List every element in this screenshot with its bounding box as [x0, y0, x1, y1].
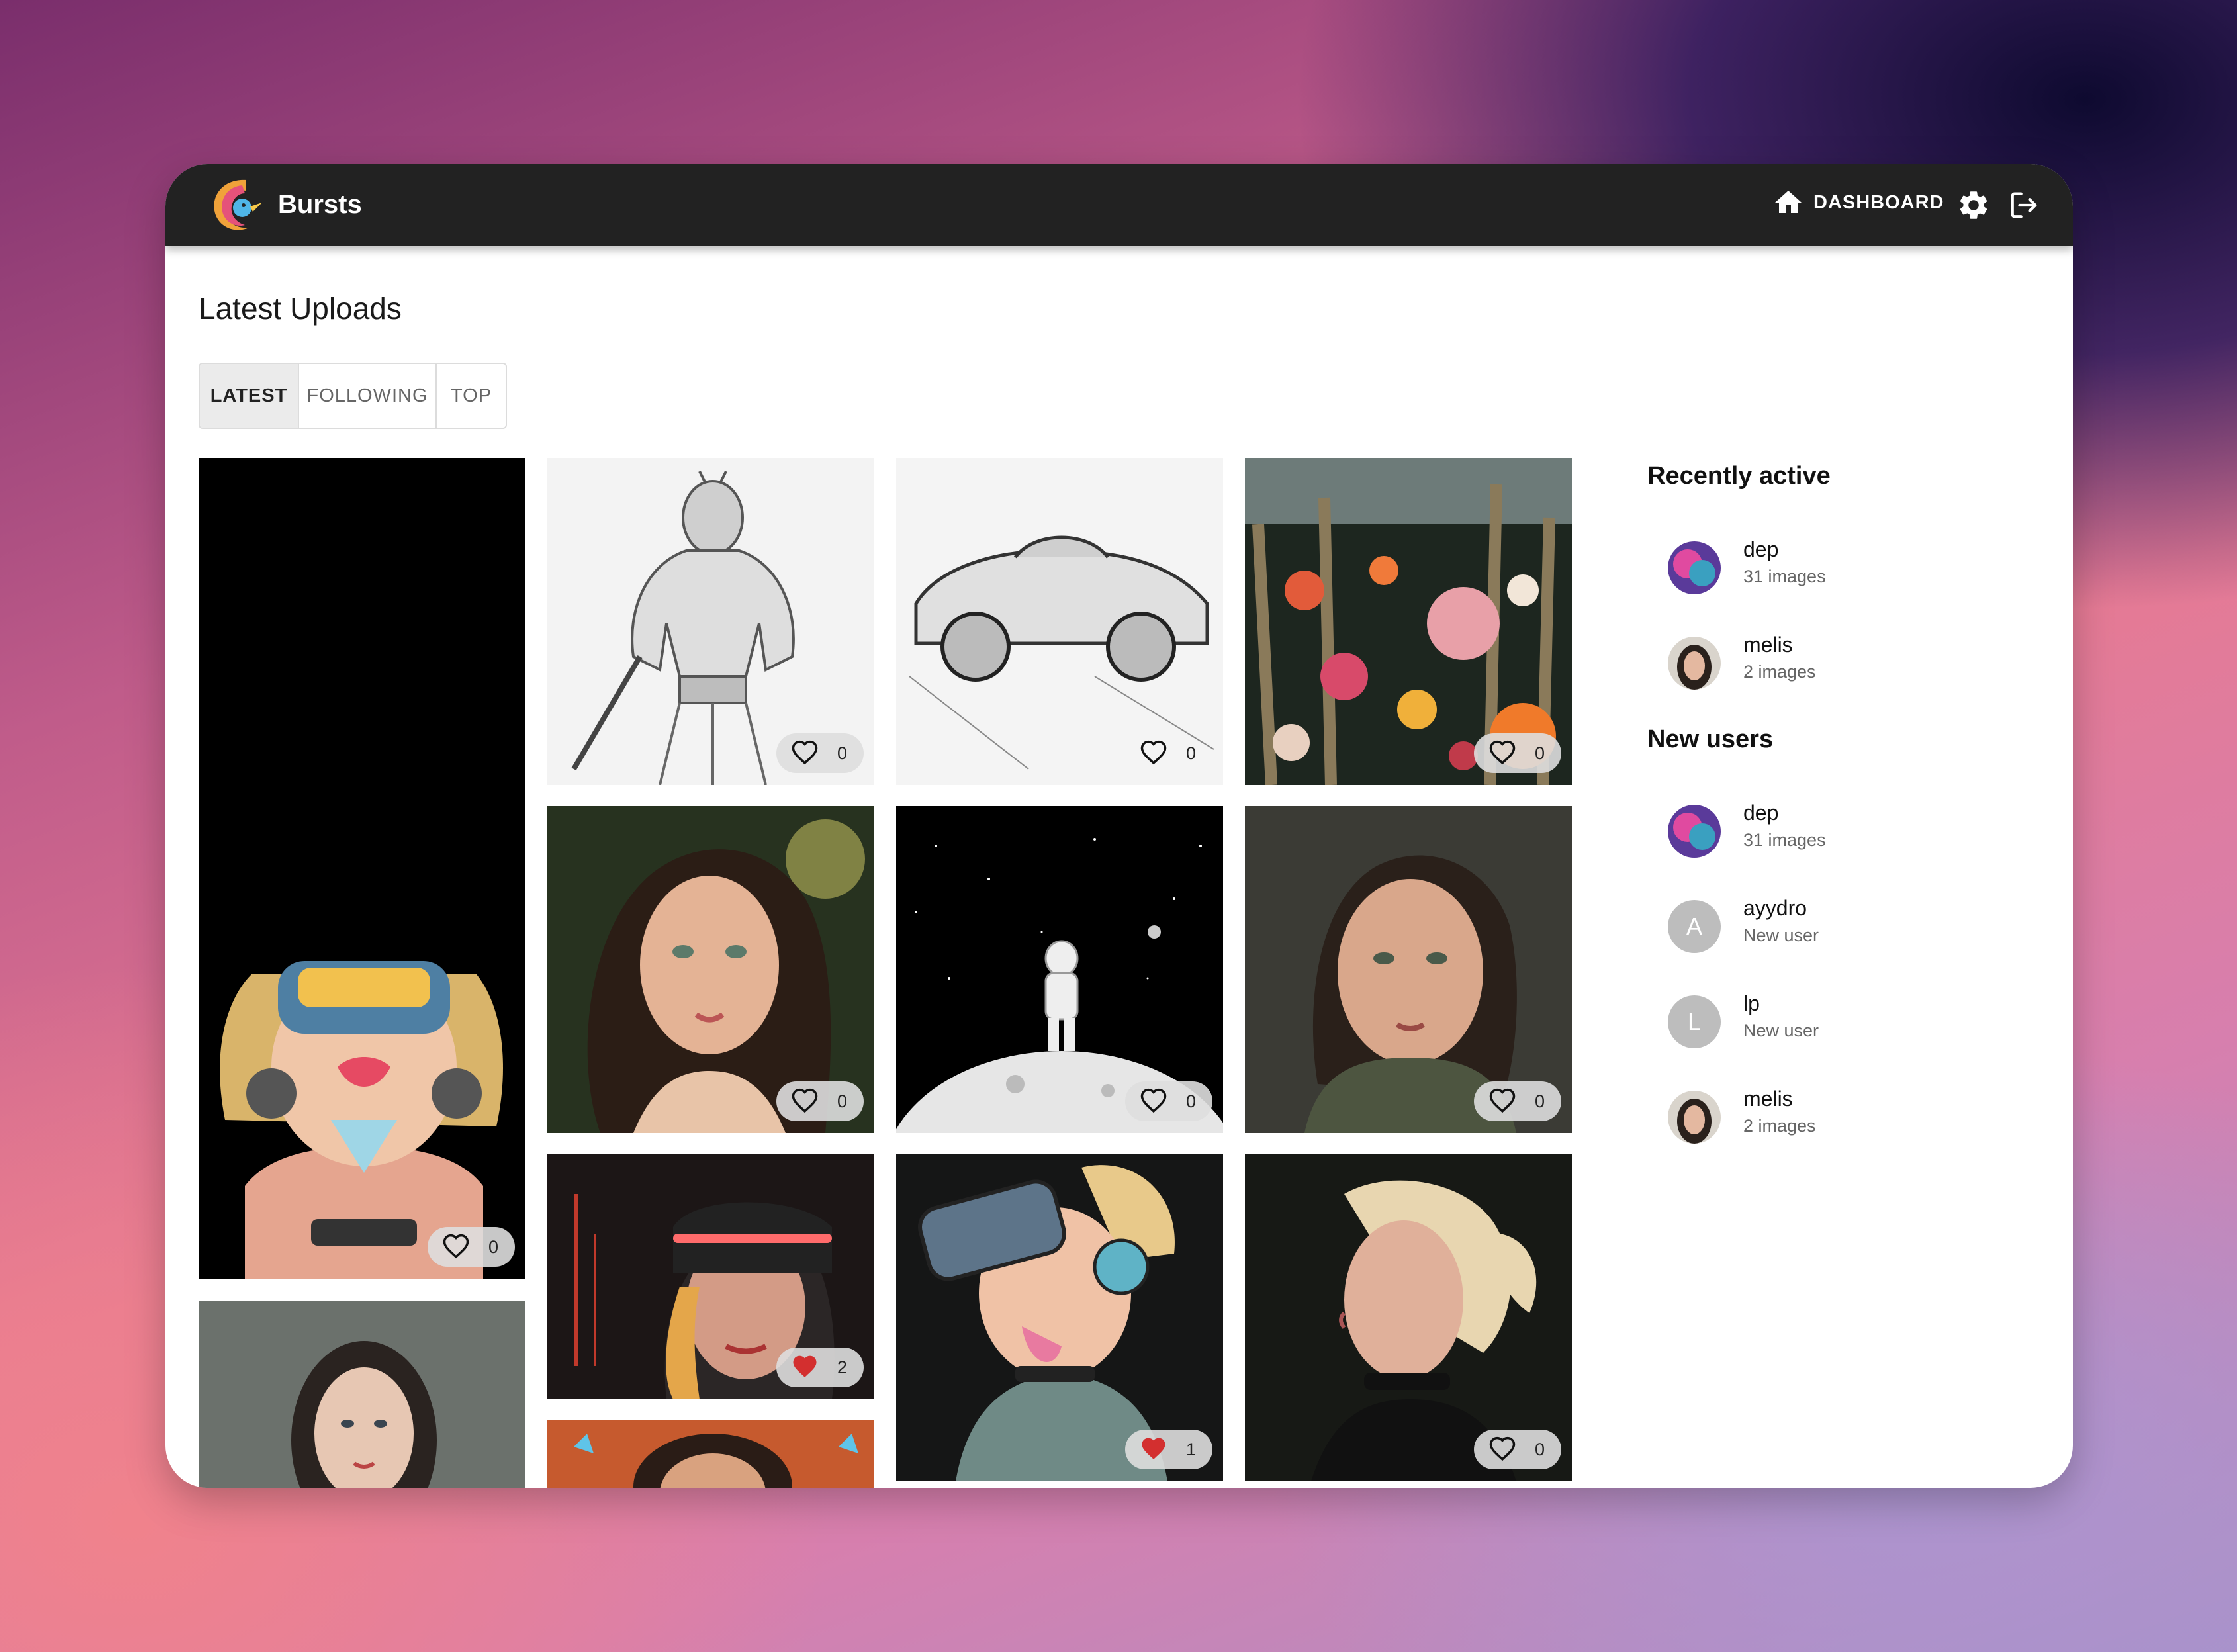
like-count: 0 [837, 743, 848, 763]
heart-outline-icon [1488, 739, 1516, 767]
like-button[interactable]: 0 [1474, 1081, 1561, 1121]
feed-tabs: LATEST FOLLOWING TOP [199, 363, 507, 429]
like-count: 2 [837, 1357, 848, 1377]
user-detail: New user [1743, 1021, 1819, 1040]
page-title: Latest Uploads [199, 291, 402, 326]
like-count: 0 [1535, 1439, 1545, 1459]
tab-top[interactable]: TOP [435, 364, 506, 428]
avatar: A [1668, 900, 1721, 953]
user-detail: 2 images [1743, 1116, 1816, 1136]
gallery-item[interactable]: 0 [896, 806, 1223, 1133]
gallery-item[interactable]: 0 [547, 806, 874, 1133]
user-name: ayydro [1743, 896, 1807, 920]
gallery-item[interactable]: 0 [199, 458, 525, 1279]
like-count: 0 [1186, 1091, 1197, 1111]
bursts-logo-icon[interactable] [205, 173, 269, 237]
like-count: 0 [488, 1236, 499, 1257]
app-window: Bursts DASHBOARD Latest Uploads LATEST F… [165, 164, 2073, 1488]
heart-filled-icon [1140, 1436, 1167, 1463]
dashboard-button[interactable]: DASHBOARD [1772, 187, 1944, 218]
heart-outline-icon [1488, 1436, 1516, 1463]
avatar: L [1668, 995, 1721, 1048]
tab-latest[interactable]: LATEST [200, 364, 298, 428]
avatar [1668, 805, 1721, 858]
user-name: melis [1743, 1087, 1793, 1111]
heart-outline-icon [791, 739, 819, 767]
gear-icon[interactable] [1956, 188, 1991, 222]
user-name: lp [1743, 991, 1760, 1015]
like-button[interactable]: 0 [776, 1081, 864, 1121]
like-count: 0 [837, 1091, 848, 1111]
gallery-item[interactable]: 2 [547, 1154, 874, 1399]
heart-outline-icon [791, 1087, 819, 1115]
avatar [1668, 637, 1721, 690]
heart-outline-icon [1140, 1087, 1167, 1115]
main-content: Latest Uploads LATEST FOLLOWING TOP 0 0 … [199, 246, 2073, 1488]
like-button[interactable]: 0 [776, 733, 864, 773]
gallery-item[interactable]: 0 [1245, 1154, 1572, 1481]
like-count: 0 [1535, 743, 1545, 763]
user-detail: 31 images [1743, 567, 1826, 586]
woman-portrait-image [199, 1301, 525, 1488]
heart-outline-icon [442, 1233, 470, 1261]
like-button[interactable]: 0 [428, 1227, 515, 1267]
like-button[interactable]: 0 [1474, 1430, 1561, 1469]
like-button[interactable]: 1 [1125, 1430, 1212, 1469]
user-name: dep [1743, 537, 1779, 561]
user-name: dep [1743, 801, 1779, 825]
gallery-item[interactable]: 0 [896, 458, 1223, 785]
like-button[interactable]: 0 [1474, 733, 1561, 773]
like-count: 0 [1535, 1091, 1545, 1111]
heart-outline-icon [1140, 739, 1167, 767]
gallery-item[interactable]: 0 [547, 458, 874, 785]
orange-portrait-image [547, 1420, 874, 1488]
dashboard-label: DASHBOARD [1813, 191, 1944, 213]
app-name[interactable]: Bursts [278, 187, 362, 222]
gallery-item[interactable] [199, 1301, 525, 1488]
avatar [1668, 1091, 1721, 1144]
vr-headset-girl-image [199, 458, 525, 1279]
like-count: 1 [1186, 1439, 1197, 1459]
tab-following[interactable]: FOLLOWING [298, 364, 435, 428]
like-button[interactable]: 2 [776, 1348, 864, 1387]
gallery-item[interactable] [547, 1420, 874, 1488]
user-detail: 2 images [1743, 662, 1816, 682]
like-button[interactable]: 0 [1125, 733, 1212, 773]
top-app-bar: Bursts DASHBOARD [165, 164, 2073, 246]
user-name: melis [1743, 633, 1793, 657]
like-count: 0 [1186, 743, 1197, 763]
home-icon [1775, 191, 1802, 213]
recently-active-heading: Recently active [1647, 462, 1831, 490]
logout-icon[interactable] [2007, 188, 2041, 222]
heart-outline-icon [1488, 1087, 1516, 1115]
gallery-item[interactable]: 1 [896, 1154, 1223, 1481]
gallery-item[interactable]: 0 [1245, 806, 1572, 1133]
new-users-heading: New users [1647, 725, 1774, 753]
avatar [1668, 541, 1721, 594]
gallery-item[interactable]: 0 [1245, 458, 1572, 785]
user-detail: 31 images [1743, 830, 1826, 850]
like-button[interactable]: 0 [1125, 1081, 1212, 1121]
user-detail: New user [1743, 925, 1819, 945]
heart-filled-icon [791, 1354, 819, 1381]
